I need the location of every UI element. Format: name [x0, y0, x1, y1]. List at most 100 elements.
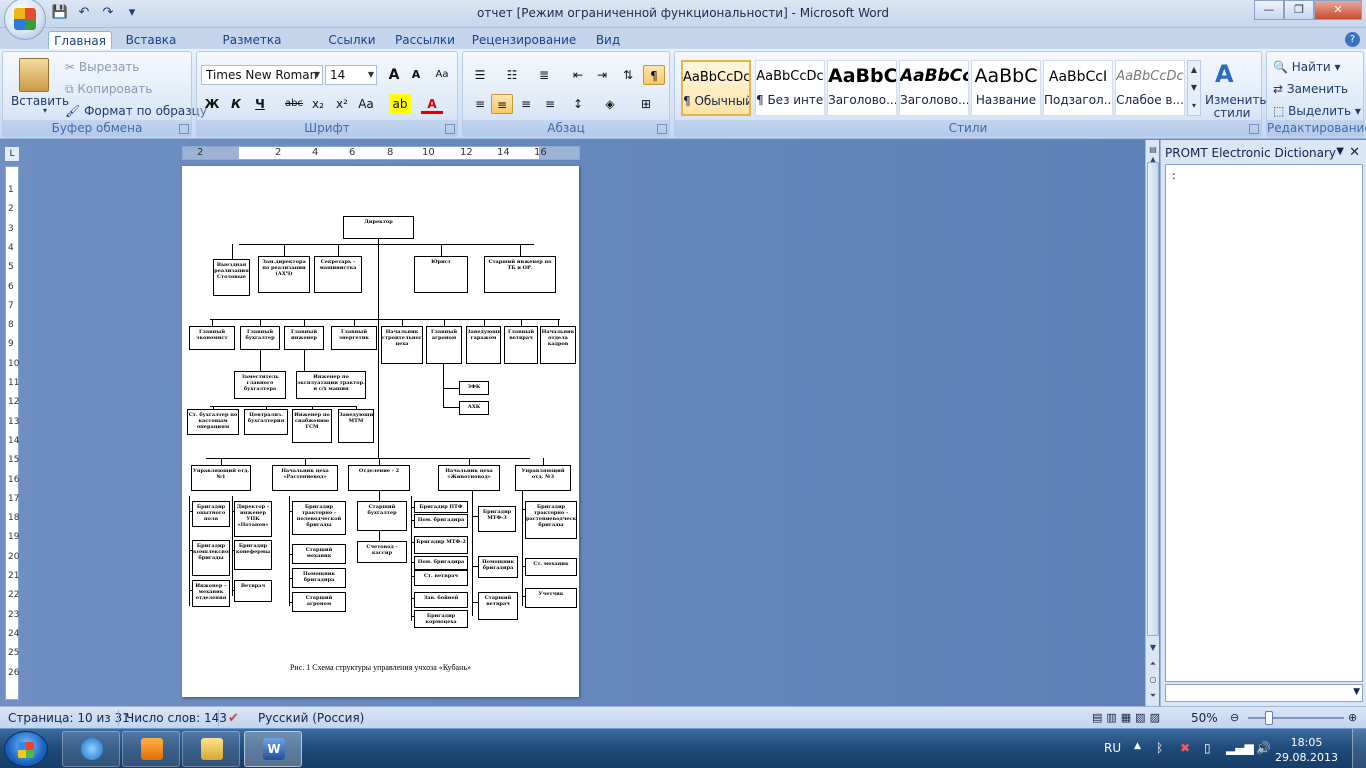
vertical-ruler[interactable]: 1 2 3 4 5 6 7 8 9 10 11 12 13 14 15 16 17 18 19 20 21 22 23 24 2… [5, 166, 19, 700]
tab-insert[interactable]: Вставка [120, 31, 182, 50]
justify-icon[interactable]: ≡ [539, 94, 561, 114]
next-page-icon[interactable]: ⏷ [1147, 690, 1159, 702]
styles-scroll[interactable]: ▲ ▼ ▾ [1187, 60, 1201, 116]
close-button[interactable]: ✕ [1314, 0, 1362, 20]
superscript-button[interactable]: x² [331, 94, 353, 114]
paste-button[interactable]: Вставить [11, 94, 69, 108]
taskbar-ie[interactable] [62, 731, 120, 767]
zoom-slider-knob[interactable] [1265, 711, 1273, 725]
clear-format-button[interactable]: Aa [431, 65, 453, 85]
cut-button[interactable]: ✂ Вырезать [65, 60, 139, 74]
tab-home[interactable]: Главная [48, 31, 112, 50]
subscript-button[interactable]: x₂ [307, 94, 329, 114]
prev-page-icon[interactable]: ⏶ [1147, 658, 1159, 670]
dialog-launcher-icon[interactable] [179, 124, 189, 134]
sort-icon[interactable]: ⇅ [617, 65, 639, 85]
replace-button[interactable]: ⇄ Заменить [1273, 82, 1348, 96]
dialog-launcher-icon[interactable] [1249, 124, 1259, 134]
style-no-spacing[interactable]: AaBbCcDc¶ Без инте... [755, 60, 825, 116]
style-heading-2[interactable]: AaBbCc Заголово... [899, 60, 969, 116]
horizontal-ruler[interactable]: 2 2 4 6 8 10 12 14 16 [182, 146, 580, 160]
maximize-button[interactable]: ❐ [1284, 0, 1314, 20]
help-icon[interactable]: ? [1345, 32, 1360, 47]
paste-icon[interactable] [19, 58, 49, 92]
device-icon[interactable]: ▯ [1204, 741, 1211, 755]
clock[interactable]: 18:05 29.08.2013 [1275, 735, 1338, 765]
find-button[interactable]: 🔍 Найти ▾ [1273, 60, 1341, 74]
numbering-icon[interactable]: ☷ [501, 65, 523, 85]
highlight-button[interactable]: ab [389, 94, 411, 114]
increase-indent-icon[interactable]: ⇥ [591, 65, 613, 85]
tab-view[interactable]: Вид [588, 31, 628, 50]
network-error-icon[interactable]: ✖ [1180, 741, 1190, 755]
style-normal[interactable]: AaBbCcDc ¶ Обычный [681, 60, 751, 116]
word-count[interactable]: Число слов: 143 [126, 711, 227, 725]
change-case-button[interactable]: Aa [355, 94, 377, 114]
style-subtle-emphasis[interactable]: AaBbCcDc Слабое в... [1115, 60, 1185, 116]
bold-button[interactable]: Ж [201, 94, 223, 114]
language[interactable]: Русский (Россия) [258, 711, 364, 725]
spelling-icon[interactable]: ✔ [228, 711, 239, 726]
zoom-out-icon[interactable]: ⊖ [1230, 711, 1239, 724]
multilevel-list-icon[interactable]: ≣ [533, 65, 555, 85]
taskbar-explorer[interactable] [182, 731, 240, 767]
document-page[interactable]: Директор Выездная реализация Столовые Зам.… [182, 166, 579, 697]
office-button[interactable] [4, 0, 46, 40]
font-family-combo[interactable]: Times New Roman ▼ [201, 65, 323, 85]
input-language[interactable]: RU [1104, 741, 1121, 755]
minimize-button[interactable]: — [1254, 0, 1284, 20]
tab-page-layout[interactable]: Разметка страницы [190, 31, 314, 65]
copy-button[interactable]: ⧉ Копировать [65, 82, 152, 97]
change-styles-button[interactable]: Изменить стили [1205, 94, 1267, 120]
zoom-in-icon[interactable]: ⊕ [1348, 711, 1357, 724]
zoom-level[interactable]: 50% [1191, 711, 1218, 725]
vertical-scrollbar[interactable]: ▤ ▲ ▼ ⏶ ○ ⏷ [1145, 140, 1159, 706]
pane-menu-icon[interactable]: ▼ [1336, 146, 1344, 157]
zoom-slider[interactable] [1248, 717, 1344, 719]
shrink-font-button[interactable]: A [405, 65, 427, 85]
bullets-icon[interactable]: ☰ [469, 65, 491, 85]
volume-icon[interactable]: 🔊 [1256, 741, 1271, 755]
pane-close-icon[interactable]: ✕ [1349, 145, 1360, 160]
font-color-button[interactable]: A [421, 94, 443, 114]
scroll-down-icon[interactable]: ▼ [1147, 642, 1159, 654]
grow-font-button[interactable]: A [383, 65, 405, 85]
page-count[interactable]: Страница: 10 из 31 [8, 711, 130, 725]
style-subtitle[interactable]: AaBbCcI Подзагол... [1043, 60, 1113, 116]
taskbar-word[interactable]: W [244, 731, 302, 767]
browse-object-icon[interactable]: ○ [1147, 674, 1159, 686]
align-right-icon[interactable]: ≡ [515, 94, 537, 114]
align-left-icon[interactable]: ≡ [469, 94, 491, 114]
borders-icon[interactable]: ⊞ [635, 94, 657, 114]
tab-review[interactable]: Рецензирование [468, 31, 580, 50]
format-painter-button[interactable]: 🖌 Формат по образцу [65, 104, 207, 118]
dropdown-icon[interactable]: ▼ [1353, 687, 1360, 697]
dialog-launcher-icon[interactable] [657, 124, 667, 134]
start-button[interactable] [4, 731, 48, 767]
show-desktop-button[interactable] [1352, 729, 1366, 768]
shading-icon[interactable]: ◈ [599, 94, 621, 114]
style-heading-1[interactable]: AaBbC Заголово... [827, 60, 897, 116]
select-button[interactable]: ⬚ Выделить ▾ [1273, 104, 1361, 118]
font-size-combo[interactable]: 14 ▼ [325, 65, 377, 85]
decrease-indent-icon[interactable]: ⇤ [567, 65, 589, 85]
italic-button[interactable]: К [225, 94, 247, 114]
change-styles-icon[interactable]: A [1215, 60, 1245, 88]
style-title[interactable]: AaBbC Название [971, 60, 1041, 116]
tray-expand-icon[interactable]: ▲ [1134, 741, 1141, 751]
signal-icon[interactable]: ▂▄▆ [1226, 741, 1254, 755]
dialog-launcher-icon[interactable] [445, 124, 455, 134]
dictionary-input[interactable]: ▼ [1165, 684, 1363, 702]
scroll-thumb[interactable] [1147, 162, 1159, 636]
underline-button[interactable]: Ч [249, 94, 271, 114]
taskbar-media-player[interactable] [122, 731, 180, 767]
dictionary-content[interactable]: : [1165, 164, 1363, 682]
view-buttons[interactable]: ▤▥▦▧▨ [1092, 711, 1164, 724]
tab-references[interactable]: Ссылки [322, 31, 382, 50]
bluetooth-icon[interactable]: ᛒ [1156, 741, 1163, 755]
tab-selector[interactable]: L [4, 146, 20, 162]
align-center-icon[interactable]: ≡ [491, 94, 513, 114]
show-formatting-button[interactable]: ¶ [643, 65, 665, 85]
strikethrough-button[interactable]: abc [283, 94, 305, 114]
tab-mailings[interactable]: Рассылки [390, 31, 460, 50]
